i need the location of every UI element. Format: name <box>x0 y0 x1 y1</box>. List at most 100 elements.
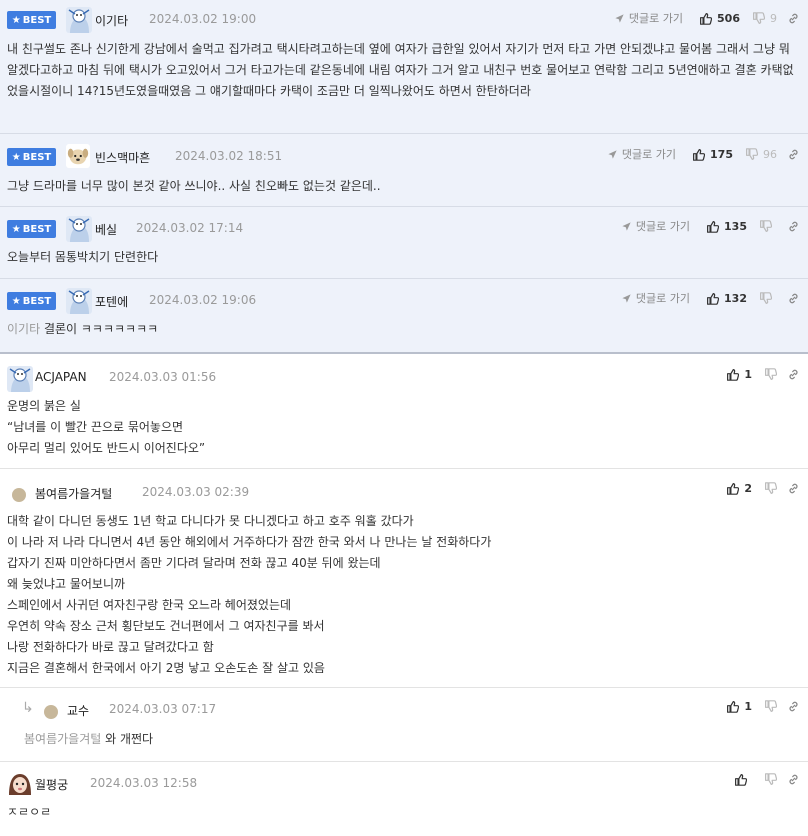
comment-text: ㅈㄹㅇㄹ <box>7 805 52 819</box>
comment-date: 2024.03.03 01:56 <box>109 370 217 384</box>
comment-date: 2024.03.03 07:17 <box>109 702 217 716</box>
avatar[interactable] <box>7 771 33 797</box>
mention-nick[interactable]: 봄여름가을겨털 <box>24 732 101 746</box>
comment-text: 오늘부터 몸통박치기 단련한다 <box>7 250 159 264</box>
link-icon <box>787 773 800 786</box>
comment-date: 2024.03.03 02:39 <box>142 485 250 499</box>
mention-nick[interactable]: 이기타 <box>7 322 40 336</box>
goto-comment-link[interactable]: 댓글로 가기 <box>607 146 676 162</box>
share-link-button[interactable] <box>787 148 800 161</box>
star-icon: ★ <box>11 14 21 26</box>
link-icon <box>787 12 800 25</box>
comment-nick[interactable]: 빈스맥마흔 <box>95 149 150 166</box>
like-button[interactable]: 1 <box>726 700 752 713</box>
avatar[interactable] <box>66 144 90 168</box>
comment-nick[interactable]: 교수 <box>67 702 89 719</box>
thumbs-down-icon <box>764 773 777 786</box>
thumbs-down-icon <box>759 220 772 233</box>
comment-text: 봄여름가을겨털 와 개쩐다 <box>24 732 154 746</box>
dislike-button[interactable] <box>764 368 777 381</box>
comment-date: 2024.03.02 19:00 <box>149 12 257 26</box>
avatar[interactable] <box>12 488 26 502</box>
comment-best-2: ★ BEST 빈스맥마흔 2024.03.02 18:51 댓글로 가기 175 … <box>0 134 808 207</box>
comment-date: 2024.03.02 17:14 <box>136 221 244 235</box>
share-link-button[interactable] <box>787 773 800 786</box>
best-badge: ★ BEST <box>7 148 56 166</box>
avatar[interactable] <box>7 366 33 392</box>
best-badge: ★ BEST <box>7 11 56 29</box>
dislike-button[interactable] <box>759 220 777 233</box>
comment-best-3: ★ BEST 베실 2024.03.02 17:14 댓글로 가기 135 오늘부… <box>0 207 808 279</box>
dislike-button[interactable] <box>759 292 777 305</box>
link-icon <box>787 482 800 495</box>
comment-text: 이기타 결론이 ㅋㅋㅋㅋㅋㅋㅋ <box>7 322 159 336</box>
dislike-button[interactable]: 9 <box>752 12 777 25</box>
best-badge: ★ BEST <box>7 220 56 238</box>
thumbs-down-icon <box>752 12 765 25</box>
thumbs-up-icon <box>726 700 739 713</box>
comment-normal-3: 월평궁 2024.03.03 12:58 ㅈㄹㅇㄹ <box>0 762 808 836</box>
share-link-button[interactable] <box>787 12 800 25</box>
thumbs-down-icon <box>764 368 777 381</box>
star-icon: ★ <box>11 295 21 307</box>
comment-nick[interactable]: ACJAPAN <box>35 370 87 384</box>
goto-comment-link[interactable]: 댓글로 가기 <box>621 218 690 234</box>
thumbs-up-icon <box>706 292 719 305</box>
dislike-button[interactable] <box>764 700 777 713</box>
thumbs-up-icon <box>706 220 719 233</box>
thumbs-down-icon <box>764 700 777 713</box>
goto-comment-link[interactable]: 댓글로 가기 <box>614 10 683 26</box>
avatar[interactable] <box>66 7 92 33</box>
link-icon <box>787 148 800 161</box>
dislike-button[interactable] <box>764 482 777 495</box>
like-button[interactable]: 132 <box>706 292 747 305</box>
comment-date: 2024.03.02 19:06 <box>149 293 257 307</box>
arrow-icon <box>621 221 632 232</box>
dislike-button[interactable]: 96 <box>745 148 777 161</box>
link-icon <box>787 368 800 381</box>
thumbs-up-icon <box>734 773 747 786</box>
comment-reply-1: ↳ 교수 2024.03.03 07:17 1 봄여름가을겨털 와 개쩐다 <box>0 688 808 762</box>
share-link-button[interactable] <box>787 482 800 495</box>
avatar[interactable] <box>66 288 92 314</box>
link-icon <box>787 700 800 713</box>
arrow-icon <box>607 149 618 160</box>
comment-text: 내 친구썰도 존나 신기한게 강남에서 술먹고 집가려고 택시타려고하는데 옆에… <box>7 42 794 98</box>
comment-best-4: ★ BEST 포텐에 2024.03.02 19:06 댓글로 가기 132 이기… <box>0 279 808 354</box>
avatar[interactable] <box>66 216 92 242</box>
thumbs-down-icon <box>759 292 772 305</box>
comment-normal-2: 봄여름가을겨털 2024.03.03 02:39 2 대학 같이 다니던 동생도… <box>0 469 808 688</box>
goto-comment-link[interactable]: 댓글로 가기 <box>621 290 690 306</box>
avatar[interactable] <box>44 705 58 719</box>
star-icon: ★ <box>11 151 21 163</box>
dislike-button[interactable] <box>764 773 777 786</box>
comment-nick[interactable]: 이기타 <box>95 12 128 29</box>
share-link-button[interactable] <box>787 368 800 381</box>
thumbs-up-icon <box>726 482 739 495</box>
like-button[interactable]: 175 <box>692 148 733 161</box>
comment-nick[interactable]: 월평궁 <box>35 776 68 793</box>
like-button[interactable]: 135 <box>706 220 747 233</box>
arrow-icon <box>621 293 632 304</box>
star-icon: ★ <box>11 223 21 235</box>
comment-best-1: ★ BEST 이기타 2024.03.02 19:00 댓글로 가기 506 9 … <box>0 0 808 134</box>
like-button[interactable] <box>734 773 752 786</box>
comment-date: 2024.03.03 12:58 <box>90 776 198 790</box>
thumbs-up-icon <box>699 12 712 25</box>
arrow-icon <box>614 13 625 24</box>
share-link-button[interactable] <box>787 292 800 305</box>
like-button[interactable]: 2 <box>726 482 752 495</box>
link-icon <box>787 220 800 233</box>
share-link-button[interactable] <box>787 700 800 713</box>
comment-date: 2024.03.02 18:51 <box>175 149 283 163</box>
comment-nick[interactable]: 봄여름가을겨털 <box>35 485 112 502</box>
thumbs-down-icon <box>745 148 758 161</box>
share-link-button[interactable] <box>787 220 800 233</box>
comment-nick[interactable]: 포텐에 <box>95 293 128 310</box>
comment-text: 그냥 드라마를 너무 많이 본것 같아 쓰니야.. 사실 친오빠도 없는것 같은… <box>7 179 381 193</box>
like-button[interactable]: 506 <box>699 12 740 25</box>
link-icon <box>787 292 800 305</box>
like-button[interactable]: 1 <box>726 368 752 381</box>
comment-nick[interactable]: 베실 <box>95 221 117 238</box>
thumbs-up-icon <box>726 368 739 381</box>
